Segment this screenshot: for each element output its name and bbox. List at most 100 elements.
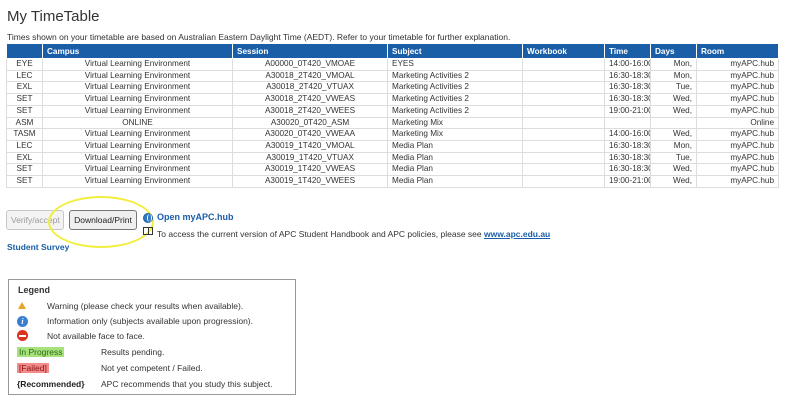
info-icon: i <box>17 316 28 327</box>
subject-cell: Marketing Activities 2 <box>387 93 523 106</box>
campus-cell: Virtual Learning Environment <box>42 163 233 177</box>
room-cell: myAPC.hub <box>696 139 779 153</box>
type-cell: SET <box>6 175 43 188</box>
legend-recommended-text: APC recommends that you study this subje… <box>101 379 273 389</box>
days-cell: Wed, <box>650 93 697 106</box>
days-cell: Tue, <box>650 81 697 95</box>
session-cell: A00000_0T420_VMOAE <box>232 58 388 71</box>
type-cell: SET <box>6 104 43 118</box>
failed-badge: [Failed] <box>17 363 49 373</box>
time-cell: 16:30-18:30 <box>604 69 651 83</box>
table-row: EXL Virtual Learning Environment A30019_1T… <box>6 151 779 165</box>
legend-not-available-row: Not available face to face. <box>17 330 145 342</box>
warning-icon <box>18 302 26 309</box>
workbook-cell <box>522 151 605 165</box>
session-cell: A30018_2T420_VWEAS <box>232 93 388 106</box>
legend-info-row: i Information only (subjects available u… <box>17 315 253 327</box>
download-print-button[interactable]: Download/Print <box>69 210 137 230</box>
workbook-cell <box>522 139 605 153</box>
legend-info-text: Information only (subjects available upo… <box>47 316 254 326</box>
room-cell: myAPC.hub <box>696 58 779 71</box>
session-cell: A30020_0T420_ASM <box>232 116 388 130</box>
timezone-note: Times shown on your timetable are based … <box>7 32 511 42</box>
legend-failed-text: Not yet competent / Failed. <box>101 363 203 373</box>
room-cell: myAPC.hub <box>696 93 779 106</box>
table-header-row: Campus Session Subject Workbook Time Day… <box>6 43 779 59</box>
subject-cell: EYES <box>387 58 523 71</box>
room-cell: myAPC.hub <box>696 104 779 118</box>
subject-cell: Media Plan <box>387 175 523 188</box>
workbook-cell <box>522 128 605 141</box>
col-subject: Subject <box>387 43 523 59</box>
days-cell: Wed, <box>650 175 697 188</box>
room-cell: myAPC.hub <box>696 175 779 188</box>
table-row: EXL Virtual Learning Environment A30018_2T… <box>6 81 779 95</box>
type-cell: ASM <box>6 116 43 130</box>
handbook-text: To access the current version of APC Stu… <box>157 229 484 239</box>
table-row: SET Virtual Learning Environment A30019_1T… <box>6 175 779 188</box>
time-cell: 16:30-18:30 <box>604 81 651 95</box>
legend-warning-row: Warning (please check your results when … <box>17 300 243 312</box>
type-cell: EYE <box>6 58 43 71</box>
subject-cell: Marketing Mix <box>387 116 523 130</box>
type-cell: LEC <box>6 139 43 153</box>
workbook-cell <box>522 58 605 71</box>
legend-in-progress-text: Results pending. <box>101 347 165 357</box>
room-cell: Online <box>696 116 779 130</box>
legend-warning-text: Warning (please check your results when … <box>47 301 244 311</box>
table-row: SET Virtual Learning Environment A30019_1T… <box>6 163 779 177</box>
apc-website-link[interactable]: www.apc.edu.au <box>484 229 550 239</box>
workbook-cell <box>522 69 605 83</box>
type-cell: LEC <box>6 69 43 83</box>
timetable: Campus Session Subject Workbook Time Day… <box>6 43 779 188</box>
student-survey-link[interactable]: Student Survey <box>7 242 69 252</box>
subject-cell: Media Plan <box>387 151 523 165</box>
time-cell: 16:30-18:30 <box>604 163 651 177</box>
days-cell <box>650 116 697 130</box>
time-cell: 14:00-16:00 <box>604 128 651 141</box>
campus-cell: Virtual Learning Environment <box>42 93 233 106</box>
session-cell: A30019_1T420_VMOAL <box>232 139 388 153</box>
type-cell: SET <box>6 163 43 177</box>
session-cell: A30020_0T420_VWEAA <box>232 128 388 141</box>
table-row: ASM ONLINE A30020_0T420_ASM Marketing Mix On… <box>6 116 779 130</box>
room-cell: myAPC.hub <box>696 81 779 95</box>
globe-icon <box>143 213 153 223</box>
campus-cell: Virtual Learning Environment <box>42 175 233 188</box>
legend-in-progress-row: In Progress Results pending. <box>17 346 164 358</box>
time-cell: 16:30-18:30 <box>604 139 651 153</box>
open-myapc-hub-link[interactable]: Open myAPC.hub <box>157 212 234 222</box>
verify-accept-button[interactable]: Verify/accept <box>6 210 64 230</box>
days-cell: Mon, <box>650 58 697 71</box>
campus-cell: Virtual Learning Environment <box>42 151 233 165</box>
legend-recommended-row: {Recommended} APC recommends that you st… <box>17 378 273 390</box>
time-cell <box>604 116 651 130</box>
days-cell: Wed, <box>650 163 697 177</box>
days-cell: Mon, <box>650 69 697 83</box>
workbook-cell <box>522 104 605 118</box>
table-row: SET Virtual Learning Environment A30018_2T… <box>6 93 779 106</box>
session-cell: A30019_1T420_VTUAX <box>232 151 388 165</box>
workbook-cell <box>522 116 605 130</box>
room-cell: myAPC.hub <box>696 128 779 141</box>
table-row: SET Virtual Learning Environment A30018_2T… <box>6 104 779 118</box>
subject-cell: Marketing Activities 2 <box>387 104 523 118</box>
workbook-cell <box>522 163 605 177</box>
in-progress-badge: In Progress <box>17 347 65 357</box>
time-cell: 14:00-16:00 <box>604 58 651 71</box>
col-days: Days <box>650 43 697 59</box>
days-cell: Mon, <box>650 139 697 153</box>
handbook-notice: To access the current version of APC Stu… <box>157 229 550 239</box>
campus-cell: ONLINE <box>42 116 233 130</box>
subject-cell: Marketing Mix <box>387 128 523 141</box>
campus-cell: Virtual Learning Environment <box>42 58 233 71</box>
time-cell: 19:00-21:00 <box>604 175 651 188</box>
legend-not-available-text: Not available face to face. <box>47 331 145 341</box>
session-cell: A30018_2T420_VMOAL <box>232 69 388 83</box>
subject-cell: Marketing Activities 2 <box>387 69 523 83</box>
workbook-cell <box>522 81 605 95</box>
room-cell: myAPC.hub <box>696 69 779 83</box>
campus-cell: Virtual Learning Environment <box>42 128 233 141</box>
legend-title: Legend <box>18 285 51 295</box>
session-cell: A30018_2T420_VWEES <box>232 104 388 118</box>
